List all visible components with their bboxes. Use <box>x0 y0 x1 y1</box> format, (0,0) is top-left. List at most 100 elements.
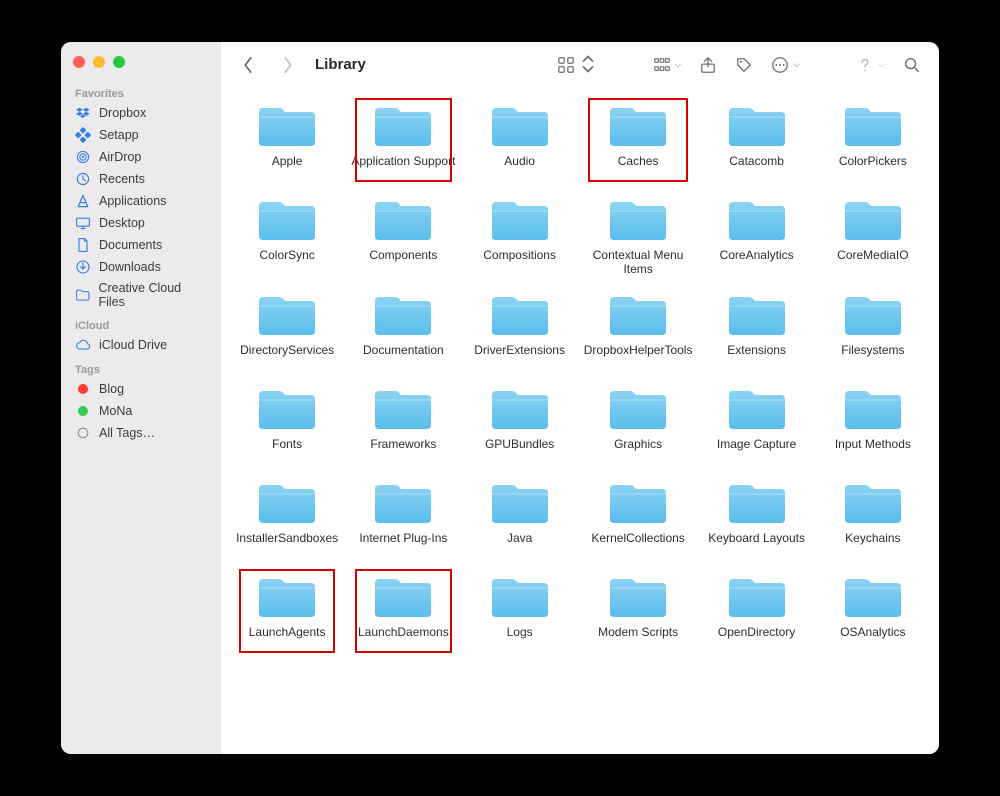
sidebar-item[interactable]: Desktop <box>61 212 221 234</box>
folder-icon <box>841 477 905 527</box>
folder-item[interactable]: Image Capture <box>700 377 812 467</box>
view-icon-button[interactable] <box>553 51 601 79</box>
sidebar-item[interactable]: MoNa <box>61 400 221 422</box>
folder-item[interactable]: Modem Scripts <box>580 565 697 655</box>
tag-dot <box>75 403 91 419</box>
zoom-button[interactable] <box>113 56 125 68</box>
folder-icon <box>255 383 319 433</box>
share-icon <box>699 56 717 74</box>
sidebar-item[interactable]: Documents <box>61 234 221 256</box>
folder-item[interactable]: Components <box>347 188 459 279</box>
folder-item[interactable]: ColorPickers <box>817 94 929 184</box>
sidebar-item-label: Dropbox <box>99 106 146 120</box>
ellipsis-circle-icon <box>771 56 789 74</box>
sidebar-item[interactable]: Dropbox <box>61 102 221 124</box>
sidebar-item-label: Creative Cloud Files <box>98 281 207 309</box>
folder-item[interactable]: KernelCollections <box>580 471 697 561</box>
folder-item[interactable]: OpenDirectory <box>700 565 812 655</box>
folder-item[interactable]: Filesystems <box>817 283 929 373</box>
share-button[interactable] <box>695 52 721 78</box>
folder-item[interactable]: Input Methods <box>817 377 929 467</box>
folder-icon <box>488 477 552 527</box>
folder-item[interactable]: InstallerSandboxes <box>231 471 343 561</box>
folder-label: Components <box>351 248 455 276</box>
folder-item[interactable]: Apple <box>231 94 343 184</box>
sidebar-item-label: Downloads <box>99 260 161 274</box>
chevron-left-icon <box>239 56 257 74</box>
folder-item[interactable]: Keychains <box>817 471 929 561</box>
folder-icon <box>606 289 670 339</box>
folder-icon <box>371 100 435 150</box>
folder-item[interactable]: Contextual Menu Items <box>580 188 697 279</box>
back-button[interactable] <box>235 52 261 78</box>
folder-icon <box>488 100 552 150</box>
folder-label: ColorSync <box>235 248 339 276</box>
folder-item[interactable]: LaunchAgents <box>231 565 343 655</box>
sidebar-item[interactable]: Blog <box>61 378 221 400</box>
folder-item[interactable]: Internet Plug-Ins <box>347 471 459 561</box>
folder-grid: Apple Application Support Audio CachesCatac… <box>231 94 929 655</box>
folder-item[interactable]: LaunchDaemons <box>347 565 459 655</box>
close-button[interactable] <box>73 56 85 68</box>
toolbar: Library <box>221 42 939 88</box>
folder-item[interactable]: Logs <box>464 565 576 655</box>
search-button[interactable] <box>899 52 925 78</box>
folder-item[interactable]: Caches <box>580 94 697 184</box>
sidebar-item[interactable]: Setapp <box>61 124 221 146</box>
folder-item[interactable]: Fonts <box>231 377 343 467</box>
folder-label: CoreAnalytics <box>704 248 808 276</box>
forward-button[interactable] <box>275 52 301 78</box>
folder-item[interactable]: CoreAnalytics <box>700 188 812 279</box>
folder-icon <box>488 571 552 621</box>
folder-icon <box>371 383 435 433</box>
sidebar-item[interactable]: AirDrop <box>61 146 221 168</box>
sidebar-item[interactable]: All Tags… <box>61 422 221 444</box>
help-button[interactable]: ⌵ <box>852 52 889 78</box>
folder-item[interactable]: DirectoryServices <box>231 283 343 373</box>
sidebar-item-label: Applications <box>99 194 166 208</box>
folder-item[interactable]: Java <box>464 471 576 561</box>
folder-item[interactable]: ColorSync <box>231 188 343 279</box>
folder-item[interactable]: DropboxHelperTools <box>580 283 697 373</box>
folder-item[interactable]: Application Support <box>347 94 459 184</box>
minimize-button[interactable] <box>93 56 105 68</box>
tags-button[interactable] <box>731 52 757 78</box>
airdrop-icon <box>75 149 91 165</box>
chevron-updown-icon <box>579 55 597 75</box>
folder-icon <box>841 383 905 433</box>
folder-label: Apple <box>235 154 339 182</box>
sidebar-item-label: Documents <box>99 238 162 252</box>
action-button[interactable]: ⌵ <box>767 52 804 78</box>
sidebar-item[interactable]: Applications <box>61 190 221 212</box>
folder-item[interactable]: Frameworks <box>347 377 459 467</box>
folder-item[interactable]: GPUBundles <box>464 377 576 467</box>
sidebar-item[interactable]: Creative Cloud Files <box>61 278 221 312</box>
folder-icon <box>606 571 670 621</box>
folder-label: CoreMediaIO <box>821 248 925 276</box>
folder-item[interactable]: Extensions <box>700 283 812 373</box>
sidebar-item[interactable]: Recents <box>61 168 221 190</box>
folder-label: Audio <box>468 154 572 182</box>
folder-item[interactable]: OSAnalytics <box>817 565 929 655</box>
folder-item[interactable]: Catacomb <box>700 94 812 184</box>
dropbox-icon <box>75 105 91 121</box>
folder-label: LaunchDaemons <box>351 625 455 653</box>
folder-item[interactable]: Compositions <box>464 188 576 279</box>
folder-label: Modem Scripts <box>584 625 693 653</box>
folder-item[interactable]: Audio <box>464 94 576 184</box>
recents-icon <box>75 171 91 187</box>
tag-icon <box>735 56 753 74</box>
sidebar-item[interactable]: Downloads <box>61 256 221 278</box>
folder-icon <box>841 100 905 150</box>
folder-item[interactable]: Keyboard Layouts <box>700 471 812 561</box>
folder-item[interactable]: CoreMediaIO <box>817 188 929 279</box>
sidebar-item[interactable]: iCloud Drive <box>61 334 221 356</box>
folder-label: Catacomb <box>704 154 808 182</box>
sidebar-section-label: Favorites <box>61 80 221 102</box>
group-button[interactable]: ⌵ <box>649 52 686 78</box>
folder-item[interactable]: Graphics <box>580 377 697 467</box>
folder-label: DirectoryServices <box>235 343 339 371</box>
alltags-icon <box>75 425 91 441</box>
folder-item[interactable]: DriverExtensions <box>464 283 576 373</box>
folder-item[interactable]: Documentation <box>347 283 459 373</box>
